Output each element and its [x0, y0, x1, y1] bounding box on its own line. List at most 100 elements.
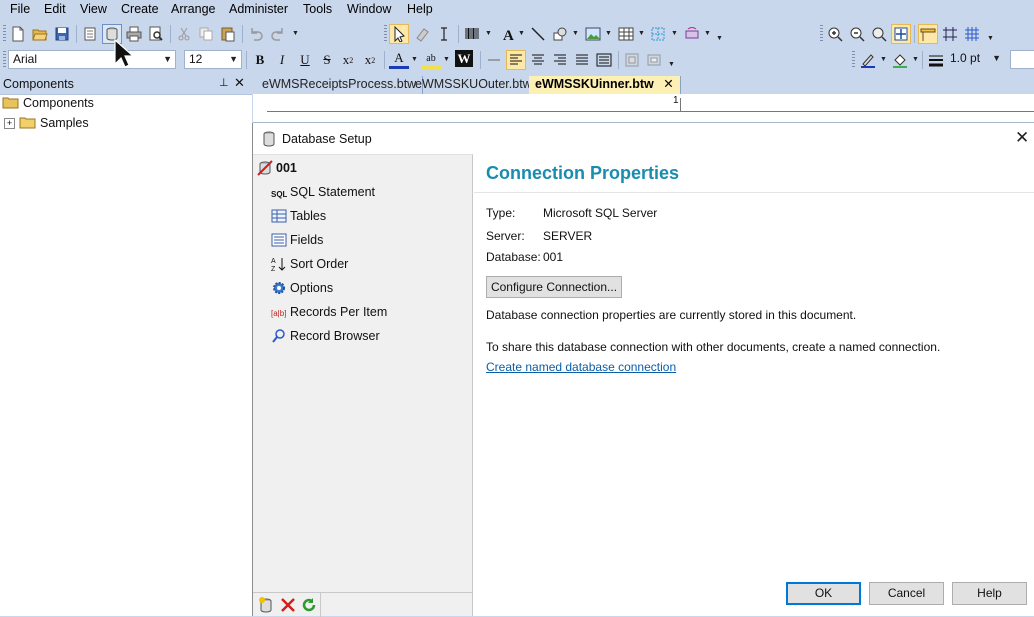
font-size-select[interactable]: 12 ▼ [184, 50, 242, 69]
menu-help[interactable]: Help [405, 2, 435, 16]
toolbar-overflow-icon[interactable]: ▼ [987, 35, 994, 42]
line-tool-icon[interactable] [528, 24, 548, 44]
nav-item-sql-statement[interactable]: SQL SQL Statement [271, 181, 375, 203]
italic-icon[interactable]: I [272, 50, 292, 70]
page-setup-icon[interactable] [80, 24, 100, 44]
text-cursor-tool-icon[interactable] [434, 24, 454, 44]
menu-tools[interactable]: Tools [301, 2, 334, 16]
redo-icon[interactable] [268, 24, 288, 44]
font-name-select[interactable]: Arial ▼ [8, 50, 176, 69]
strikethrough-icon[interactable]: S [317, 50, 337, 70]
toolbar-grip[interactable] [384, 25, 387, 43]
menu-administer[interactable]: Administer [227, 2, 290, 16]
tab-ewmsreceiptsprocess[interactable]: eWMSReceiptsProcess.btw [256, 76, 424, 94]
shape-tool-icon[interactable] [550, 24, 570, 44]
group-icon[interactable] [622, 50, 642, 70]
barcode-tool-icon[interactable] [462, 24, 482, 44]
toolbar-overflow-icon[interactable]: ▼ [668, 61, 675, 68]
picture-tool-icon[interactable] [583, 24, 603, 44]
toolbar-grip[interactable] [852, 51, 855, 69]
toolbar-overflow-icon[interactable]: ▼ [292, 30, 299, 37]
line-width-select[interactable]: 1.0 pt ▼ [946, 50, 1004, 69]
text-tool-icon[interactable]: A [498, 24, 518, 44]
configure-connection-button[interactable]: Configure Connection... [486, 276, 622, 298]
add-database-icon[interactable] [257, 596, 275, 617]
delete-icon[interactable] [279, 596, 297, 617]
zoom-page-icon[interactable] [869, 24, 889, 44]
menu-window[interactable]: Window [345, 2, 393, 16]
pin-icon[interactable]: ⊥ [219, 76, 229, 89]
underline-icon[interactable]: U [295, 50, 315, 70]
superscript-icon[interactable]: x2 [360, 50, 380, 70]
nav-item-sort-order[interactable]: AZ Sort Order [271, 253, 348, 275]
menu-create[interactable]: Create [119, 2, 161, 16]
tree-item-samples[interactable]: + Samples [4, 113, 89, 133]
nav-item-record-browser[interactable]: Record Browser [271, 325, 380, 347]
subscript-icon[interactable]: x2 [338, 50, 358, 70]
nav-item-options[interactable]: Options [271, 277, 333, 299]
line-style-icon[interactable] [484, 50, 504, 70]
toolbar-grip[interactable] [3, 51, 6, 69]
justify-icon[interactable] [572, 50, 592, 70]
menu-edit[interactable]: Edit [42, 2, 68, 16]
grid-toggle-icon[interactable] [962, 24, 982, 44]
highlight-color-icon[interactable]: ab [421, 50, 441, 69]
menu-file[interactable]: File [8, 2, 32, 16]
toolbar-grip[interactable] [820, 25, 823, 43]
zoom-in-icon[interactable] [825, 24, 845, 44]
rulers-toggle-icon[interactable] [918, 24, 938, 44]
paste-icon[interactable] [218, 24, 238, 44]
open-folder-icon[interactable] [30, 24, 50, 44]
toolbar-grip[interactable] [3, 25, 6, 43]
nav-item-tables[interactable]: Tables [271, 205, 326, 227]
menu-bar: File Edit View Create Arrange Administer… [0, 0, 1034, 20]
snap-lines-icon[interactable] [940, 24, 960, 44]
align-left-icon[interactable] [506, 50, 526, 70]
grid-tool-icon[interactable] [648, 24, 668, 44]
bold-icon[interactable]: B [250, 50, 270, 70]
fill-color-icon[interactable] [890, 50, 910, 70]
eraser-tool-icon[interactable] [412, 24, 432, 44]
create-named-connection-link[interactable]: Create named database connection [486, 360, 676, 374]
word-art-icon[interactable]: W [455, 50, 473, 67]
tree-item-components[interactable]: Components [2, 93, 94, 113]
cancel-button[interactable]: Cancel [869, 582, 944, 605]
justify-full-icon[interactable] [594, 50, 614, 70]
fields-icon [271, 232, 287, 248]
tab-ewmsskuouter[interactable]: eWMSSKUOuter.btw [409, 76, 539, 94]
extra-select[interactable] [1010, 50, 1034, 69]
nav-item-fields[interactable]: Fields [271, 229, 323, 251]
folder-icon [19, 117, 36, 129]
line-color-icon[interactable] [858, 50, 878, 70]
close-icon[interactable]: ✕ [1015, 128, 1029, 148]
save-icon[interactable] [52, 24, 72, 44]
print-preview-icon[interactable] [146, 24, 166, 44]
nav-item-label: 001 [276, 161, 297, 175]
pointer-tool-icon[interactable] [389, 24, 409, 44]
ok-button[interactable]: OK [786, 582, 861, 605]
menu-arrange[interactable]: Arrange [169, 2, 217, 16]
rfid-tool-icon[interactable] [682, 24, 702, 44]
close-tab-icon[interactable]: ✕ [663, 77, 673, 91]
refresh-icon[interactable] [300, 596, 318, 617]
table-tool-icon[interactable] [616, 24, 636, 44]
zoom-fit-icon[interactable] [891, 24, 911, 44]
menu-view[interactable]: View [78, 2, 109, 16]
undo-icon[interactable] [246, 24, 266, 44]
align-right-icon[interactable] [550, 50, 570, 70]
zoom-out-icon[interactable] [847, 24, 867, 44]
new-document-icon[interactable] [8, 24, 28, 44]
nav-item-database-root[interactable]: 001 [257, 157, 297, 179]
font-color-icon[interactable]: A [389, 50, 409, 69]
close-icon[interactable]: ✕ [234, 75, 245, 91]
align-center-icon[interactable] [528, 50, 548, 70]
nav-item-records-per-item[interactable]: [a|b] Records Per Item [271, 301, 387, 323]
help-button[interactable]: Help [952, 582, 1027, 605]
toolbar-overflow-icon[interactable]: ▼ [716, 35, 723, 42]
cut-icon[interactable] [174, 24, 194, 44]
copy-icon[interactable] [196, 24, 216, 44]
ungroup-icon[interactable] [644, 50, 664, 70]
expand-icon[interactable]: + [4, 117, 15, 129]
line-weight-icon[interactable] [926, 50, 946, 70]
tab-ewmsskuinner[interactable]: eWMSSKUinner.btw ✕ [529, 76, 681, 94]
